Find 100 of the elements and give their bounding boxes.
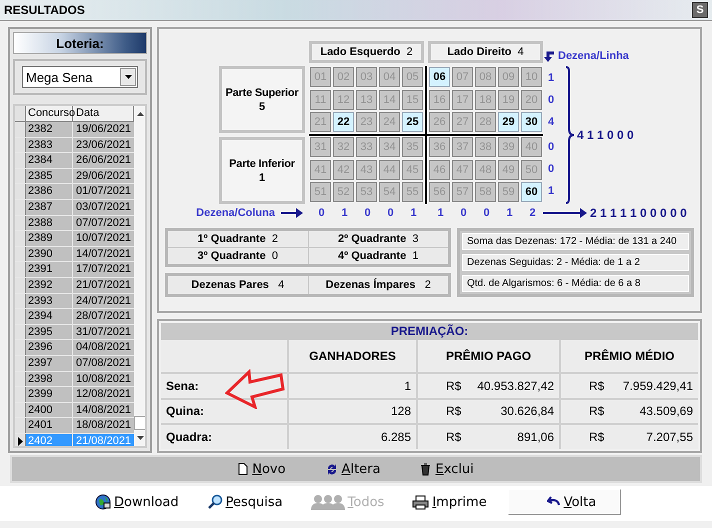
edit-button[interactable]: Altera [326, 462, 380, 476]
lottery-dropdown[interactable]: Mega Sena [22, 66, 138, 88]
table-row[interactable]: 2395 31/07/2021 [15, 324, 134, 340]
table-cell-text: 07/07/2021 [75, 216, 132, 230]
quadrant-count: 1º Quadrante 2 [168, 231, 308, 247]
column-count: 1 [436, 206, 445, 221]
table-cell: 2388 [26, 216, 73, 230]
row-summary: 4 1 1 0 0 0 [577, 128, 634, 142]
parity-count: Dezenas Ímpares 2 [308, 276, 448, 294]
back-button[interactable]: Volta [508, 489, 622, 515]
search-button[interactable]: Pesquisa [200, 489, 290, 515]
table-row[interactable]: 2399 12/08/2021 [15, 387, 134, 403]
corner-button[interactable]: S [692, 2, 708, 18]
table-cell: 2398 [26, 372, 73, 386]
column-header[interactable]: Concurso [26, 106, 73, 121]
table-row[interactable]: 2388 07/07/2021 [15, 216, 134, 232]
table-cell-text: 03/07/2021 [75, 200, 132, 215]
number-cell: 25 [402, 112, 423, 132]
table-cell-text: 28/07/2021 [75, 309, 132, 324]
column-summary: 2 1 1 1 1 0 0 0 0 0 [590, 206, 687, 220]
trash-icon [420, 462, 432, 476]
table-cell: 2382 [26, 122, 73, 137]
table-cell: 2387 [26, 200, 73, 215]
table-row[interactable]: 2396 04/08/2021 [15, 340, 134, 356]
column-count: 0 [482, 206, 491, 221]
print-button[interactable]: Imprime [405, 489, 494, 515]
half-count-label: Parte Superior 5 [219, 66, 305, 133]
column-count: 0 [386, 206, 395, 221]
table-cell: 2384 [26, 153, 73, 168]
table-cell: 7.959.429,41 [622, 378, 693, 393]
column-count: 0 [317, 206, 326, 221]
table-cell: 40.953.827,42 [477, 378, 554, 393]
printer-icon [412, 494, 430, 510]
undo-icon [546, 496, 561, 508]
prize-title: PREMIAÇÃO: [161, 323, 698, 340]
new-button[interactable]: Novo [238, 462, 286, 476]
quadrant-count: 4º Quadrante 1 [308, 248, 448, 264]
table-row[interactable]: 2400 14/08/2021 [15, 402, 134, 418]
document-icon [238, 463, 248, 475]
table-cell: 1 [289, 374, 416, 398]
table-row[interactable]: 2386 01/07/2021 [15, 184, 134, 200]
table-row[interactable]: 2394 28/07/2021 [15, 309, 134, 325]
down-arrow-icon[interactable] [136, 436, 144, 440]
row-count: 0 [548, 141, 554, 153]
table-row[interactable]: 2389 10/07/2021 [15, 231, 134, 247]
table-cell-text: 04/08/2021 [75, 340, 132, 355]
column-count: 0 [363, 206, 372, 221]
row-count: 0 [548, 163, 554, 175]
table-cell-text: 10/07/2021 [75, 231, 132, 246]
people-icon [310, 494, 345, 510]
scroll-thumb[interactable] [134, 416, 145, 430]
column-count: 0 [459, 206, 468, 221]
table-row[interactable]: 2383 23/06/2021 [15, 138, 134, 154]
row-count: 1 [548, 185, 554, 197]
globe-icon [95, 494, 111, 510]
column-count: 1 [340, 206, 349, 221]
table-cell: 2400 [26, 402, 73, 418]
column-count: 1 [505, 206, 514, 221]
table-row[interactable]: 2384 26/06/2021 [15, 153, 134, 169]
table-cell: 2399 [26, 387, 73, 402]
column-header: PRÊMIO PAGO [418, 340, 559, 372]
table-cell: 2396 [26, 340, 73, 355]
table-row[interactable]: 2401 18/08/2021 [15, 418, 134, 434]
table-row[interactable]: 2387 03/07/2021 [15, 200, 134, 216]
lottery-header: Loteria: [13, 32, 147, 54]
table-row[interactable]: 2393 24/07/2021 [15, 294, 134, 310]
table-cell: 2392 [26, 278, 73, 293]
table-cell: 2393 [26, 294, 73, 308]
window-title: RESULTADOS [4, 3, 85, 17]
up-arrow-icon[interactable] [136, 112, 144, 116]
table-row[interactable]: 2391 17/07/2021 [15, 262, 134, 278]
scrollbar[interactable] [134, 106, 145, 446]
number-cell: 60 [521, 182, 542, 202]
table-row[interactable]: 2385 29/06/2021 [15, 168, 134, 184]
column-count: 2 [528, 206, 537, 221]
table-cell: 2383 [26, 138, 73, 152]
table-cell: 2394 [26, 309, 73, 324]
table-row[interactable]: 2398 10/08/2021 [15, 372, 134, 388]
table-row[interactable]: 2390 14/07/2021 [15, 246, 134, 262]
side-count-label: Lado Esquerdo 2 [309, 41, 424, 63]
quadrant-count: 2º Quadrante 3 [308, 231, 448, 247]
quadrant-count: 3º Quadrante 0 [168, 248, 308, 264]
table-row[interactable]: 2392 21/07/2021 [15, 278, 134, 294]
row-selector[interactable] [15, 434, 26, 446]
table-cell-text: 01/07/2021 [75, 184, 132, 199]
row-count: 0 [548, 94, 554, 106]
search-icon [206, 494, 223, 510]
table-row[interactable]: 2397 07/08/2021 [15, 356, 134, 372]
table-cell: 2390 [26, 246, 73, 262]
table-cell: 2402 [26, 434, 73, 446]
table-cell: 2389 [26, 231, 73, 246]
right-arrow-icon [281, 208, 303, 218]
table-cell: 128 [289, 400, 416, 424]
table-cell-text: 14/08/2021 [75, 402, 132, 418]
table-cell-text: 19/06/2021 [75, 122, 132, 137]
delete-button[interactable]: Exclui [420, 462, 474, 476]
table-row[interactable]: 2382 19/06/2021 [15, 122, 134, 138]
table-cell-text: 31/07/2021 [75, 324, 132, 340]
download-button[interactable]: Download [88, 489, 186, 515]
row-label: Quina: [161, 400, 287, 424]
